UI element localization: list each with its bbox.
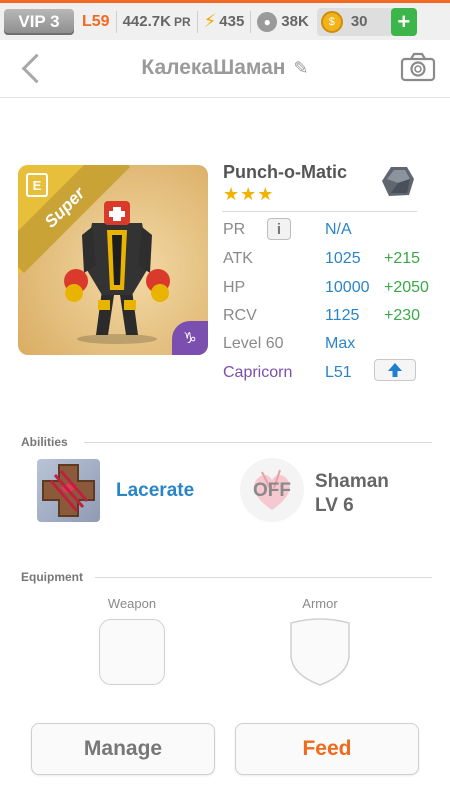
passive-name: Shaman bbox=[315, 471, 389, 492]
divider bbox=[222, 211, 417, 212]
divider bbox=[250, 10, 252, 33]
divider bbox=[84, 442, 432, 443]
coin-counter[interactable]: $ 30 + bbox=[316, 7, 417, 36]
active-ability-name[interactable]: Lacerate bbox=[116, 480, 194, 502]
hp-label: HP bbox=[223, 279, 246, 296]
card-tag-icon: E bbox=[26, 173, 48, 197]
divider bbox=[95, 577, 432, 578]
status-bar: VIP 3 L59 442.7K PR ⚡ 435 ● 38K $ 30 + bbox=[0, 0, 450, 40]
level-value: Max bbox=[325, 335, 356, 352]
weapon-slot[interactable] bbox=[99, 619, 165, 685]
passive-state-label: OFF bbox=[253, 480, 291, 501]
weapon-label: Weapon bbox=[107, 596, 157, 611]
armor-slot[interactable] bbox=[287, 617, 353, 687]
lacerate-ability-icon[interactable] bbox=[37, 459, 100, 522]
feed-button[interactable]: Feed bbox=[235, 723, 419, 775]
divider bbox=[115, 10, 117, 33]
monster-image bbox=[64, 201, 170, 344]
pencil-icon[interactable]: ✎ bbox=[294, 58, 309, 79]
atk-bonus: +215 bbox=[384, 250, 421, 267]
rcv-value: 1125 bbox=[325, 307, 360, 324]
energy-counter[interactable]: ⚡ 435 bbox=[204, 11, 245, 32]
monster-card[interactable]: Super E ♑ bbox=[18, 165, 208, 355]
arrow-up-icon bbox=[388, 363, 402, 377]
star-rating: ★★★ bbox=[223, 184, 275, 204]
claw-cross-icon bbox=[42, 464, 95, 517]
page-title[interactable]: КалекаШаман ✎ bbox=[0, 56, 450, 80]
coin-value: 30 bbox=[350, 13, 368, 30]
monster-name: Punch-o-Matic bbox=[223, 162, 347, 182]
hp-value: 10000 bbox=[325, 279, 370, 296]
paw-icon: ● bbox=[257, 11, 278, 32]
abilities-title: Abilities bbox=[21, 435, 68, 449]
divider bbox=[196, 10, 198, 33]
rcv-bonus: +230 bbox=[384, 307, 421, 324]
level-label: Level 60 bbox=[223, 335, 284, 352]
pr-value: N/A bbox=[325, 221, 352, 238]
pr-suffix: PR bbox=[173, 14, 191, 29]
player-pr: 442.7K PR bbox=[123, 13, 191, 30]
food-counter[interactable]: ● 38K bbox=[257, 11, 309, 32]
hp-bonus: +2050 bbox=[384, 279, 429, 296]
armor-label: Armor bbox=[302, 596, 338, 611]
equipment-title: Equipment bbox=[21, 570, 83, 584]
add-coins-button[interactable]: + bbox=[390, 7, 417, 36]
info-button[interactable]: i bbox=[267, 218, 291, 240]
camera-icon[interactable] bbox=[400, 52, 436, 82]
monster-nickname: КалекаШаман bbox=[141, 56, 286, 79]
pr-label: PR bbox=[223, 221, 246, 238]
passive-ability-name: Shaman LV 6 bbox=[315, 470, 389, 518]
vip-badge[interactable]: VIP 3 bbox=[4, 8, 74, 35]
capricorn-icon: ♑ bbox=[172, 321, 208, 355]
upgrade-zodiac-button[interactable] bbox=[374, 359, 416, 381]
energy-value: 435 bbox=[219, 13, 245, 30]
rcv-label: RCV bbox=[223, 307, 257, 324]
player-level: L59 bbox=[82, 12, 110, 30]
atk-value: 1025 bbox=[325, 250, 361, 267]
zodiac-level: L51 bbox=[325, 364, 352, 381]
coin-icon: $ bbox=[320, 10, 343, 33]
page-header: КалекаШаман ✎ bbox=[0, 40, 450, 98]
pr-value: 442.7K bbox=[122, 13, 171, 30]
food-value: 38K bbox=[281, 13, 309, 30]
element-stone-icon bbox=[382, 167, 414, 196]
passive-level: LV 6 bbox=[315, 495, 354, 516]
atk-label: ATK bbox=[223, 250, 253, 267]
lightning-icon: ⚡ bbox=[203, 11, 217, 31]
manage-button[interactable]: Manage bbox=[31, 723, 215, 775]
zodiac-label: Capricorn bbox=[223, 364, 293, 381]
